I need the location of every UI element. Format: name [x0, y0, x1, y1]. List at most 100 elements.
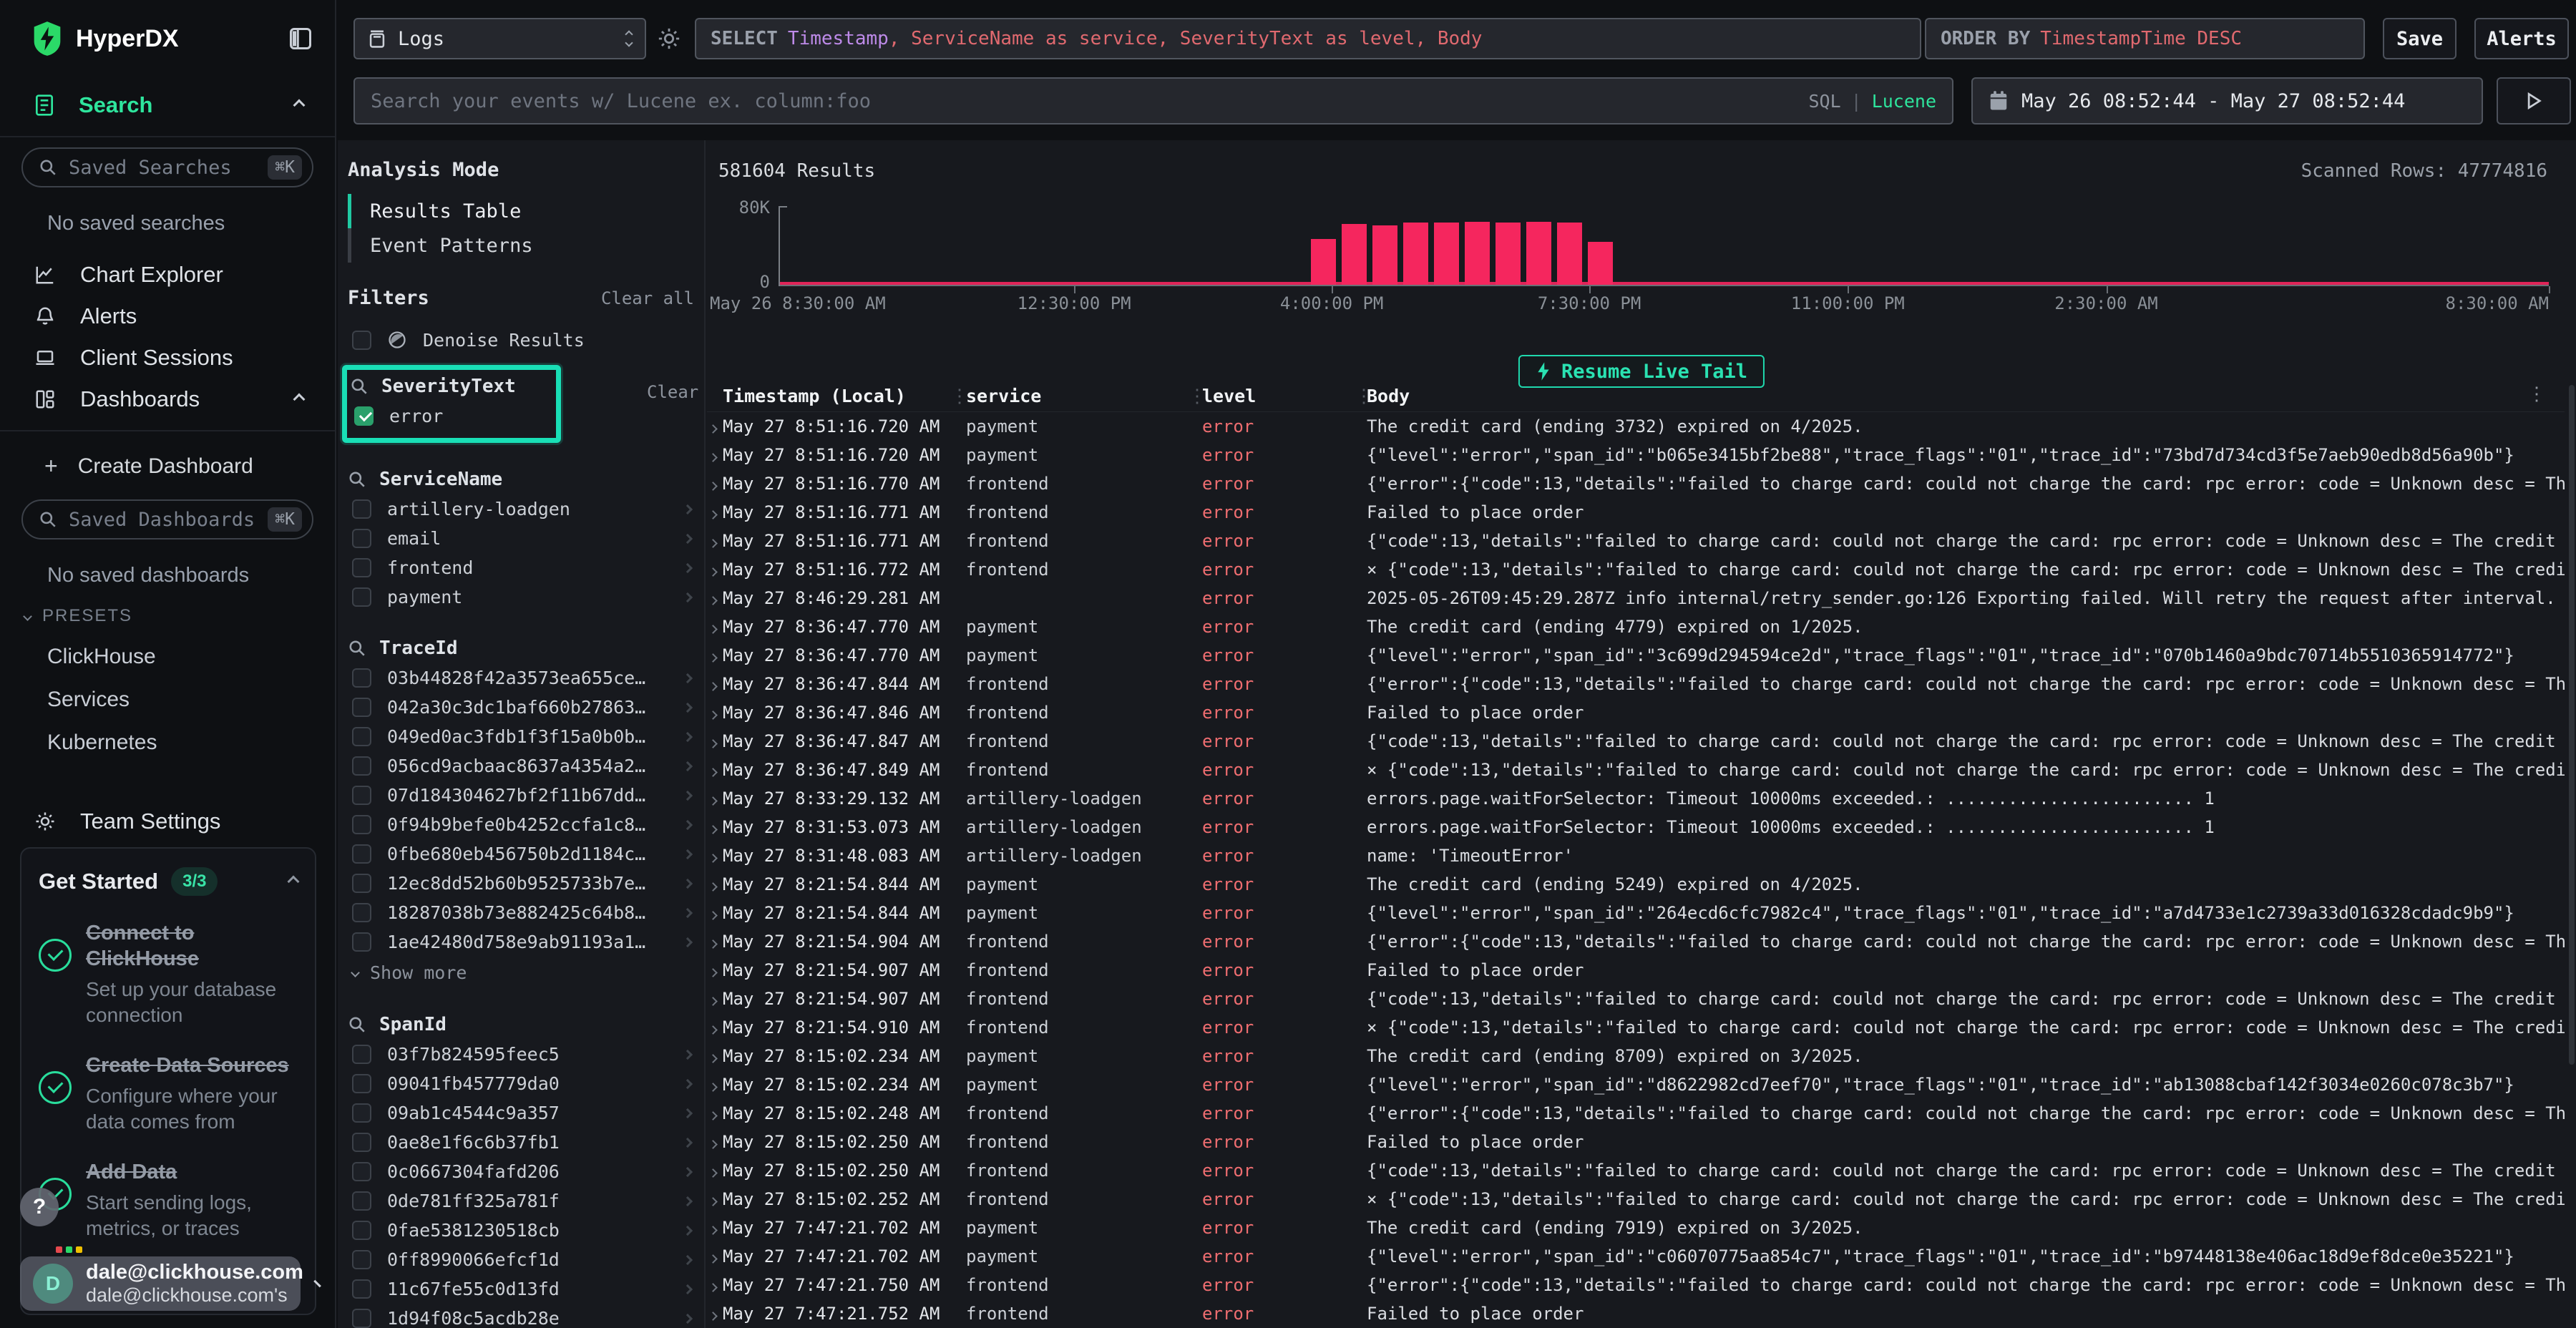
table-row[interactable]: May 27 7:47:21.702 AM payment error The … [707, 1214, 2565, 1242]
filter-option[interactable]: 1ae42480d758e9ab91193a1… [348, 927, 694, 957]
get-started-step[interactable]: Connect to ClickHouse Set up your databa… [39, 920, 298, 1028]
only-chevron-icon[interactable] [683, 907, 693, 917]
language-toggle-lucene[interactable]: Lucene [1872, 91, 1936, 112]
get-started-step[interactable]: Add Data Start sending logs, metrics, or… [39, 1159, 298, 1241]
col-body[interactable]: Body [1367, 386, 2565, 406]
date-range-picker[interactable]: May 26 08:52:44 - May 27 08:52:44 [1971, 77, 2483, 125]
table-row[interactable]: May 27 8:36:47.846 AM frontend error Fai… [707, 698, 2565, 727]
sidebar-item-chart-explorer[interactable]: Chart Explorer [0, 254, 335, 296]
filter-option[interactable]: email [348, 524, 694, 553]
filter-option[interactable]: 12ec8dd52b60b9525733b7e… [348, 869, 694, 898]
denoise-results-toggle[interactable]: Denoise Results [348, 325, 694, 355]
checkbox[interactable] [352, 587, 371, 607]
mode-event-patterns[interactable]: Event Patterns [348, 228, 694, 263]
column-drag-handle-icon[interactable]: ⋮ [950, 386, 969, 407]
checkbox[interactable] [352, 903, 371, 922]
only-chevron-icon[interactable] [683, 849, 693, 859]
row-expand-chevron-icon[interactable] [707, 1132, 723, 1152]
chevron-up-icon[interactable] [293, 394, 306, 406]
search-icon[interactable] [350, 377, 369, 396]
row-expand-chevron-icon[interactable] [707, 1246, 723, 1266]
row-expand-chevron-icon[interactable] [707, 846, 723, 866]
table-row[interactable]: May 27 8:51:16.720 AM payment error {"le… [707, 441, 2565, 469]
row-expand-chevron-icon[interactable] [707, 617, 723, 637]
filter-option[interactable]: 03f7b824595feec5 [348, 1040, 694, 1069]
row-expand-chevron-icon[interactable] [707, 588, 723, 608]
only-chevron-icon[interactable] [683, 504, 693, 514]
preset-dashboard-link[interactable]: Services [47, 688, 335, 712]
row-expand-chevron-icon[interactable] [707, 531, 723, 551]
only-chevron-icon[interactable] [683, 1049, 693, 1059]
table-row[interactable]: May 27 8:51:16.771 AM frontend error {"c… [707, 527, 2565, 555]
table-row[interactable]: May 27 7:47:21.702 AM payment error {"le… [707, 1242, 2565, 1271]
filter-option[interactable]: 042a30c3dc1baf660b27863… [348, 693, 694, 722]
filter-option[interactable]: 07d184304627bf2f11b67dd… [348, 781, 694, 810]
presets-section-toggle[interactable]: PRESETS [24, 606, 335, 626]
mode-results-table[interactable]: Results Table [348, 194, 694, 228]
help-button[interactable]: ? [20, 1188, 59, 1226]
table-row[interactable]: May 27 8:15:02.250 AM frontend error Fai… [707, 1128, 2565, 1156]
only-chevron-icon[interactable] [683, 1225, 693, 1235]
checkbox[interactable] [352, 558, 371, 577]
trace-show-more-button[interactable]: Show more [348, 957, 694, 988]
checkbox[interactable] [352, 1133, 371, 1152]
checkbox[interactable] [352, 1250, 371, 1269]
language-toggle-sql[interactable]: SQL [1808, 91, 1840, 112]
row-expand-chevron-icon[interactable] [707, 703, 723, 723]
table-row[interactable]: May 27 8:15:02.248 AM frontend error {"e… [707, 1099, 2565, 1128]
filter-option[interactable]: 09ab1c4544c9a357 [348, 1098, 694, 1128]
only-chevron-icon[interactable] [683, 819, 693, 829]
only-chevron-icon[interactable] [683, 673, 693, 683]
filter-option[interactable]: payment [348, 582, 694, 612]
table-row[interactable]: May 27 8:51:16.772 AM frontend error × {… [707, 555, 2565, 584]
checkbox[interactable] [352, 786, 371, 805]
table-row[interactable]: May 27 8:51:16.771 AM frontend error Fai… [707, 498, 2565, 527]
sidebar-item-alerts[interactable]: Alerts [0, 296, 335, 337]
filter-option[interactable]: 18287038b73e882425c64b8… [348, 898, 694, 927]
row-expand-chevron-icon[interactable] [707, 1075, 723, 1095]
clear-severity-filter-button[interactable]: Clear [647, 382, 698, 402]
filter-option[interactable]: artillery-loadgen [348, 494, 694, 524]
user-menu[interactable]: D dale@clickhouse.com dale@clickhouse.co… [20, 1256, 301, 1311]
source-select[interactable]: Logs [353, 18, 646, 59]
row-expand-chevron-icon[interactable] [707, 1017, 723, 1038]
table-row[interactable]: May 27 8:21:54.910 AM frontend error × {… [707, 1013, 2565, 1042]
table-row[interactable]: May 27 8:21:54.907 AM frontend error {"c… [707, 985, 2565, 1013]
row-expand-chevron-icon[interactable] [707, 731, 723, 751]
row-expand-chevron-icon[interactable] [707, 1046, 723, 1066]
saved-searches-field[interactable] [69, 157, 256, 179]
row-expand-chevron-icon[interactable] [707, 645, 723, 665]
table-row[interactable]: May 27 8:15:02.234 AM payment error The … [707, 1042, 2565, 1070]
table-row[interactable]: May 27 8:36:47.849 AM frontend error × {… [707, 756, 2565, 784]
checkbox[interactable] [352, 756, 371, 776]
only-chevron-icon[interactable] [683, 731, 693, 741]
create-dashboard-button[interactable]: + Create Dashboard [44, 453, 335, 479]
only-chevron-icon[interactable] [683, 702, 693, 712]
row-expand-chevron-icon[interactable] [707, 416, 723, 436]
checkbox[interactable] [352, 815, 371, 834]
row-expand-chevron-icon[interactable] [707, 445, 723, 465]
search-icon[interactable] [348, 470, 366, 489]
row-expand-chevron-icon[interactable] [707, 874, 723, 894]
col-level[interactable]: level [1202, 386, 1367, 406]
col-service[interactable]: service [966, 386, 1202, 406]
row-expand-chevron-icon[interactable] [707, 502, 723, 522]
results-histogram[interactable]: 80K 0 May 26 8:30:00 AM12:30:00 PM4:00:0… [707, 197, 2565, 319]
collapse-sidebar-icon[interactable] [288, 25, 313, 52]
table-menu-icon[interactable]: ⋮ [2527, 384, 2546, 405]
checkbox[interactable] [352, 668, 371, 688]
event-search-field[interactable] [371, 90, 1794, 112]
checkbox-checked[interactable] [354, 406, 374, 426]
only-chevron-icon[interactable] [683, 1313, 693, 1323]
filter-option[interactable]: 0ae8e1f6c6b37fb1 [348, 1128, 694, 1157]
table-row[interactable]: May 27 8:36:47.844 AM frontend error {"e… [707, 670, 2565, 698]
only-chevron-icon[interactable] [683, 790, 693, 800]
table-row[interactable]: May 27 7:47:21.750 AM frontend error {"e… [707, 1271, 2565, 1299]
table-row[interactable]: May 27 8:21:54.844 AM payment error {"le… [707, 899, 2565, 927]
filter-option-error[interactable]: error [350, 401, 550, 431]
table-row[interactable]: May 27 8:31:53.073 AM artillery-loadgen … [707, 813, 2565, 841]
only-chevron-icon[interactable] [683, 592, 693, 602]
row-expand-chevron-icon[interactable] [707, 1103, 723, 1123]
filter-option[interactable]: 0f94b9befe0b4252ccfa1c8… [348, 810, 694, 839]
row-expand-chevron-icon[interactable] [707, 560, 723, 580]
